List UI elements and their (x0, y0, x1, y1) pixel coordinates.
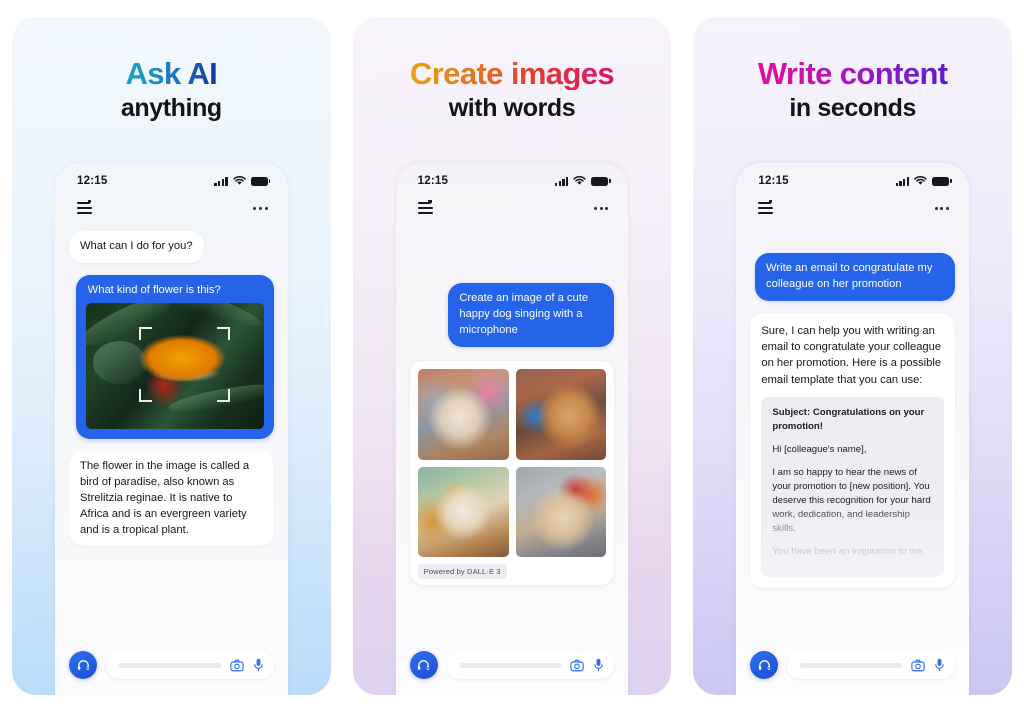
user-message: Create an image of a cute happy dog sing… (448, 283, 615, 347)
panel-write-content: Write content in seconds 12:15 Write an … (693, 17, 1013, 695)
search-input[interactable] (106, 651, 274, 679)
generated-image[interactable] (417, 466, 509, 558)
powered-by-badge: Powered by DALL·E 3 (417, 564, 507, 580)
message-row: Write an email to congratulate my collea… (750, 253, 956, 301)
camera-icon[interactable] (911, 659, 925, 672)
clock-label: 12:15 (417, 175, 449, 187)
battery-icon (932, 176, 952, 186)
system-icons (895, 176, 952, 186)
headline-block: Ask AI anything (12, 17, 331, 123)
focus-bracket-icon (139, 326, 153, 340)
generated-image[interactable] (515, 368, 607, 460)
camera-icon[interactable] (229, 659, 244, 672)
search-input[interactable] (787, 651, 956, 679)
nav-row (736, 193, 969, 223)
ai-assistant-icon[interactable] (69, 651, 97, 679)
battery-icon (250, 176, 271, 186)
wifi-icon (232, 176, 246, 185)
page-title: Write content (757, 56, 948, 91)
nav-row (396, 193, 629, 223)
more-options-icon[interactable] (594, 206, 609, 210)
page-subtitle: anything (120, 94, 222, 123)
filter-icon[interactable] (417, 200, 433, 214)
flower-photo[interactable] (85, 302, 264, 429)
input-placeholder (459, 662, 562, 668)
input-placeholder (800, 662, 903, 668)
input-bar (736, 642, 969, 695)
more-options-icon[interactable] (934, 206, 950, 210)
bot-message-card: Sure, I can help you with writing an ema… (750, 312, 956, 588)
email-template-card: Subject: Congratulations on your promoti… (761, 396, 945, 577)
status-bar: 12:15 (736, 163, 969, 193)
filter-icon[interactable] (77, 200, 92, 214)
signal-icon (214, 176, 228, 186)
email-greeting: Hi [colleague's name], (772, 443, 867, 455)
microphone-icon[interactable] (593, 658, 604, 672)
bot-message: Sure, I can help you with writing an ema… (761, 324, 942, 386)
app-store-screenshot-set: Ask AI anything 12:15 What can I do for … (0, 0, 1024, 713)
email-subject: Subject: Congratulations on your promoti… (772, 406, 925, 432)
chat-area: What can I do for you? What kind of flow… (55, 223, 288, 642)
system-icons (214, 176, 271, 186)
bot-message: The flower in the image is called a bird… (69, 450, 274, 547)
page-title: Ask AI (125, 56, 218, 91)
focus-bracket-icon (216, 389, 230, 403)
wifi-icon (914, 176, 927, 185)
clock-label: 12:15 (77, 175, 108, 187)
user-message-text: What kind of flower is this? (87, 283, 221, 296)
signal-icon (555, 176, 569, 186)
message-row: Create an image of a cute happy dog sing… (410, 283, 615, 347)
user-message: Write an email to congratulate my collea… (755, 253, 956, 301)
status-bar: 12:15 (396, 163, 629, 193)
message-row: The flower in the image is called a bird… (69, 450, 274, 547)
wifi-icon (573, 176, 587, 185)
generated-image[interactable] (417, 368, 509, 460)
nav-row (55, 193, 288, 223)
headline-block: Create images with words (353, 17, 672, 123)
headline-block: Write content in seconds (693, 17, 1012, 123)
status-bar: 12:15 (55, 163, 288, 193)
input-bar (396, 642, 629, 695)
user-message-with-photo: What kind of flower is this? (75, 274, 274, 439)
email-body: I am so happy to hear the news of your p… (772, 466, 931, 534)
phone-mockup: 12:15 Write an email to congratulate my … (736, 163, 970, 695)
panel-ask-ai: Ask AI anything 12:15 What can I do for … (12, 17, 331, 695)
chat-area: Write an email to congratulate my collea… (736, 223, 969, 642)
signal-icon (895, 176, 910, 186)
camera-icon[interactable] (570, 659, 585, 672)
page-subtitle: in seconds (789, 94, 916, 123)
ai-assistant-icon[interactable] (409, 651, 438, 679)
generated-image[interactable] (515, 466, 607, 558)
email-faded-line: You have been an inspiration to me (772, 545, 923, 557)
panel-create-images: Create images with words 12:15 Create an… (352, 17, 672, 695)
focus-bracket-icon (139, 389, 153, 403)
ai-assistant-icon[interactable] (750, 651, 779, 679)
more-options-icon[interactable] (253, 206, 268, 210)
focus-bracket-icon (216, 326, 230, 340)
phone-mockup: 12:15 Create an image of a cute happy do… (395, 163, 629, 695)
clock-label: 12:15 (758, 175, 789, 187)
input-bar (55, 642, 288, 695)
message-row: What can I do for you? (69, 231, 274, 263)
system-icons (555, 176, 611, 186)
generated-images-card: Powered by DALL·E 3 (409, 360, 615, 586)
page-subtitle: with words (448, 94, 576, 123)
input-placeholder (119, 662, 221, 668)
phone-mockup: 12:15 What can I do for you? What kind o… (55, 163, 288, 695)
image-grid (417, 368, 607, 558)
page-title: Create images (409, 56, 615, 91)
search-input[interactable] (446, 651, 615, 679)
microphone-icon[interactable] (934, 658, 945, 672)
filter-icon[interactable] (758, 200, 774, 214)
battery-icon (591, 176, 611, 186)
chat-area: Create an image of a cute happy dog sing… (396, 223, 629, 642)
microphone-icon[interactable] (253, 658, 264, 672)
bot-message: What can I do for you? (69, 231, 204, 263)
